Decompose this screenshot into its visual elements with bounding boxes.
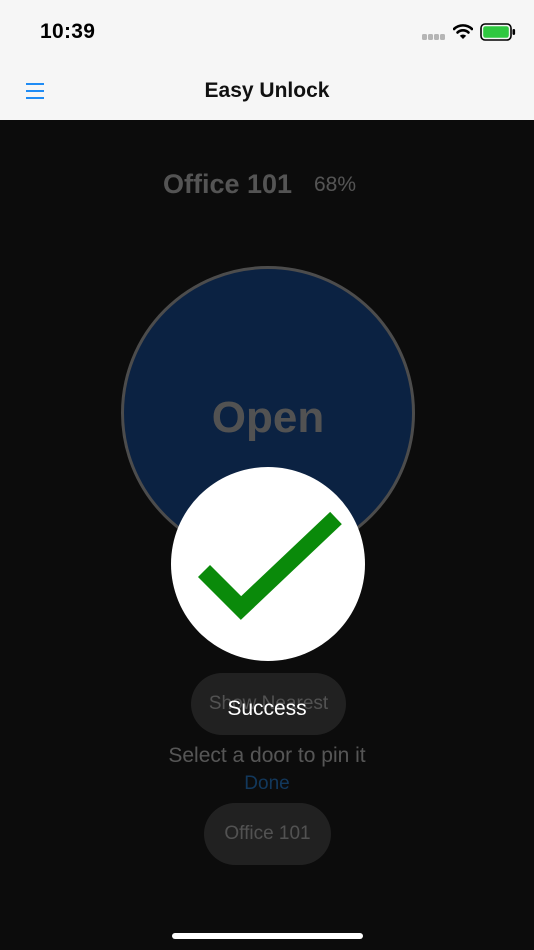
status-bar: 10:39 bbox=[0, 0, 534, 62]
pin-hint-text: Select a door to pin it bbox=[168, 744, 366, 767]
main-content: Office 101 68% Open Show Nearest Select … bbox=[0, 120, 534, 950]
door-battery-level: 68% bbox=[314, 173, 357, 196]
pinned-door-button[interactable]: Office 101 bbox=[204, 803, 331, 865]
battery-icon bbox=[480, 23, 516, 41]
nav-bar: Easy Unlock bbox=[0, 62, 534, 120]
cellular-signal-icon bbox=[422, 34, 445, 40]
status-time: 10:39 bbox=[40, 20, 96, 43]
wifi-icon bbox=[453, 24, 473, 39]
open-button-label: Open bbox=[211, 393, 325, 442]
door-name: Office 101 bbox=[163, 169, 293, 199]
done-button[interactable]: Done bbox=[244, 773, 289, 794]
home-indicator[interactable] bbox=[172, 933, 363, 939]
done-container: Done bbox=[0, 773, 534, 795]
checkmark-icon bbox=[197, 511, 342, 620]
success-badge bbox=[171, 467, 365, 661]
page-title: Easy Unlock bbox=[204, 79, 330, 102]
success-message: Success bbox=[227, 697, 307, 720]
